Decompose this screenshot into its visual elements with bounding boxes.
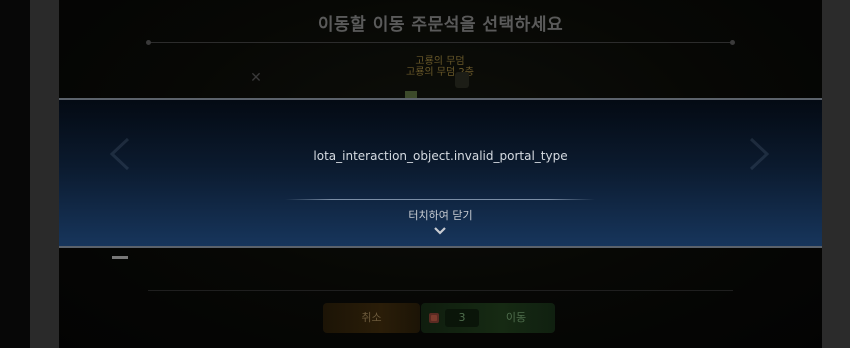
right-side-panel <box>822 0 850 348</box>
move-button[interactable]: 3 이동 <box>421 303 555 333</box>
close-icon[interactable]: ✕ <box>248 70 264 86</box>
popup-message: lota_interaction_object.invalid_portal_t… <box>313 149 568 163</box>
cancel-button[interactable]: 취소 <box>323 303 420 333</box>
left-side-panel <box>30 0 59 348</box>
cancel-button-label: 취소 <box>361 311 382 324</box>
scroll-icon <box>429 313 439 323</box>
popup-bottom-border <box>59 246 822 248</box>
footer-divider <box>148 290 733 291</box>
gem-icon <box>455 72 469 88</box>
game-screen: 이동할 이동 주문석을 선택하세요 ✕ 고룡의 무덤 고룡의 무덤 2층 lot… <box>0 0 850 348</box>
dialog-title: 이동할 이동 주문석을 선택하세요 <box>317 15 564 35</box>
popup-top-border <box>59 98 822 100</box>
title-divider <box>148 42 733 43</box>
portal-destination-name: 고룡의 무덤 <box>415 56 465 67</box>
scroll-count: 3 <box>445 309 479 327</box>
indicator-bar <box>112 256 128 259</box>
chevron-down-icon <box>434 227 446 235</box>
tap-to-close-label[interactable]: 터치하여 닫기 <box>59 207 822 223</box>
divider-dot <box>146 40 151 45</box>
divider-dot <box>730 40 735 45</box>
left-letterbox <box>0 0 30 348</box>
portal-destination-floor: 고룡의 무덤 2층 <box>406 67 474 78</box>
move-button-label: 이동 <box>505 311 527 324</box>
popup-divider <box>285 199 595 200</box>
